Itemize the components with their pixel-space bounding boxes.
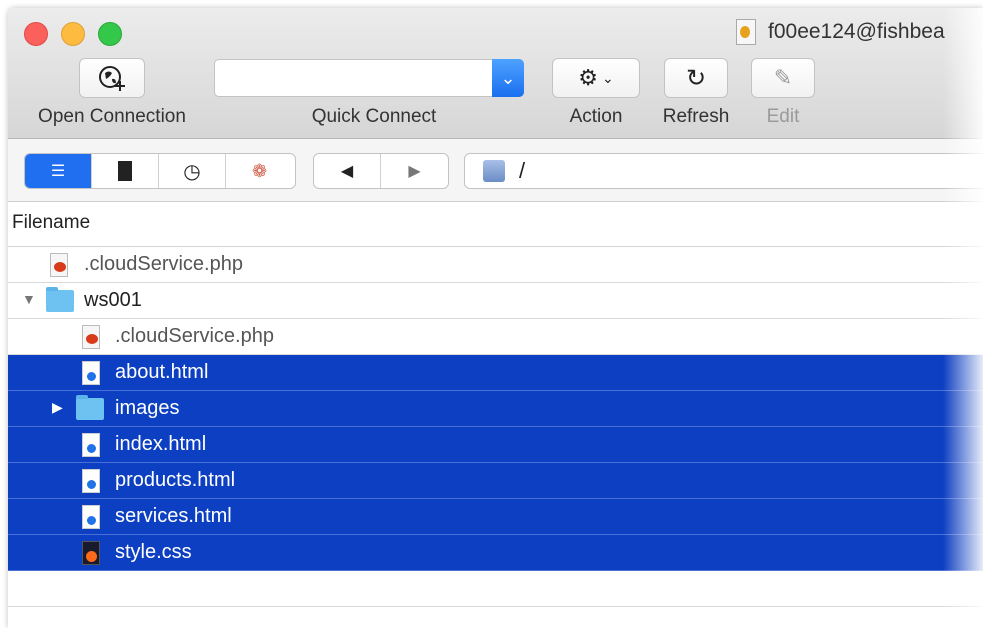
file-name: ws001 bbox=[84, 289, 142, 311]
list-item[interactable]: ▶ images bbox=[8, 391, 983, 427]
folder-icon bbox=[46, 287, 74, 312]
history-navigation: ◀ ▶ bbox=[313, 153, 449, 189]
file-name: index.html bbox=[115, 433, 207, 455]
bookmarks-view-tab[interactable] bbox=[92, 154, 159, 188]
file-name: style.css bbox=[115, 541, 192, 563]
file-name: .cloudService.php bbox=[84, 253, 243, 275]
titlebar: f00ee124@fishbea Open Connection ⌄ Quick… bbox=[8, 8, 983, 139]
action-button[interactable]: ⚙ ⌄ bbox=[552, 58, 640, 98]
list-item[interactable]: about.html bbox=[8, 355, 983, 391]
list-item[interactable]: ▼ ws001 bbox=[8, 283, 983, 319]
open-connection-label: Open Connection bbox=[38, 106, 186, 127]
css-file-icon bbox=[82, 541, 100, 565]
list-item[interactable]: .cloudService.php bbox=[8, 319, 983, 355]
zoom-window-button[interactable] bbox=[98, 22, 122, 46]
html-file-icon bbox=[82, 505, 100, 529]
chevron-down-icon: ⌄ bbox=[602, 69, 614, 86]
bookmark-icon bbox=[118, 161, 132, 181]
forward-button[interactable]: ▶ bbox=[381, 154, 448, 188]
clock-icon: ◷ bbox=[183, 160, 201, 183]
list-item[interactable]: style.css bbox=[8, 535, 983, 571]
file-list: .cloudService.php ▼ ws001 .cloudService.… bbox=[8, 247, 983, 607]
edit-button[interactable]: ✎ bbox=[751, 58, 815, 98]
filename-column-header[interactable]: Filename bbox=[8, 202, 983, 247]
gear-icon: ⚙ bbox=[578, 65, 598, 90]
app-window: f00ee124@fishbea Open Connection ⌄ Quick… bbox=[8, 8, 983, 628]
html-file-icon bbox=[82, 433, 100, 457]
current-path: / bbox=[519, 158, 526, 183]
bonjour-view-tab[interactable]: ❁ bbox=[226, 154, 293, 188]
disclosure-expanded-icon[interactable]: ▼ bbox=[22, 291, 36, 307]
php-file-icon bbox=[50, 253, 68, 277]
disk-icon bbox=[483, 160, 505, 182]
minimize-window-button[interactable] bbox=[61, 22, 85, 46]
html-file-icon bbox=[82, 361, 100, 385]
disclosure-collapsed-icon[interactable]: ▶ bbox=[52, 399, 63, 416]
back-arrow-icon: ◀ bbox=[340, 163, 354, 180]
file-name: images bbox=[115, 397, 180, 419]
list-view-icon: ☰ bbox=[50, 163, 66, 180]
quick-connect-field[interactable]: ⌄ bbox=[214, 59, 524, 97]
window-title-text: f00ee124@fishbea bbox=[768, 20, 945, 43]
list-item[interactable]: index.html bbox=[8, 427, 983, 463]
forward-arrow-icon: ▶ bbox=[408, 163, 421, 180]
back-button[interactable]: ◀ bbox=[314, 154, 381, 188]
open-connection-button[interactable] bbox=[79, 58, 145, 98]
file-name: .cloudService.php bbox=[115, 325, 274, 347]
html-file-icon bbox=[82, 469, 100, 493]
file-name: products.html bbox=[115, 469, 236, 491]
edit-label: Edit bbox=[766, 106, 800, 127]
refresh-button[interactable]: ↻ bbox=[664, 58, 728, 98]
quick-connect-label: Quick Connect bbox=[311, 106, 437, 127]
file-name: services.html bbox=[115, 505, 232, 527]
refresh-label: Refresh bbox=[662, 106, 730, 127]
list-item[interactable]: products.html bbox=[8, 463, 983, 499]
action-label: Action bbox=[569, 106, 623, 127]
path-selector[interactable]: / bbox=[464, 153, 983, 189]
close-window-button[interactable] bbox=[24, 22, 48, 46]
file-name: about.html bbox=[115, 361, 209, 383]
browser-view-tab[interactable]: ☰ bbox=[25, 154, 92, 188]
chevron-down-icon: ⌄ bbox=[500, 67, 516, 88]
bookmark-file-icon bbox=[736, 19, 756, 45]
column-header-label: Filename bbox=[12, 212, 91, 233]
navigation-bar: ☰ ◷ ❁ ◀ ▶ / bbox=[8, 139, 983, 202]
list-item[interactable]: services.html bbox=[8, 499, 983, 535]
view-switcher: ☰ ◷ ❁ bbox=[24, 153, 296, 189]
php-file-icon bbox=[82, 325, 100, 349]
quick-connect-dropdown-button[interactable]: ⌄ bbox=[492, 59, 524, 97]
pencil-icon: ✎ bbox=[773, 65, 793, 90]
list-item[interactable]: .cloudService.php bbox=[8, 247, 983, 283]
bonjour-icon: ❁ bbox=[251, 160, 268, 181]
empty-row bbox=[8, 571, 983, 607]
window-title: f00ee124@fishbea bbox=[736, 19, 945, 45]
folder-icon bbox=[76, 395, 104, 420]
history-view-tab[interactable]: ◷ bbox=[159, 154, 226, 188]
globe-plus-icon bbox=[99, 66, 125, 91]
refresh-icon: ↻ bbox=[685, 64, 707, 92]
